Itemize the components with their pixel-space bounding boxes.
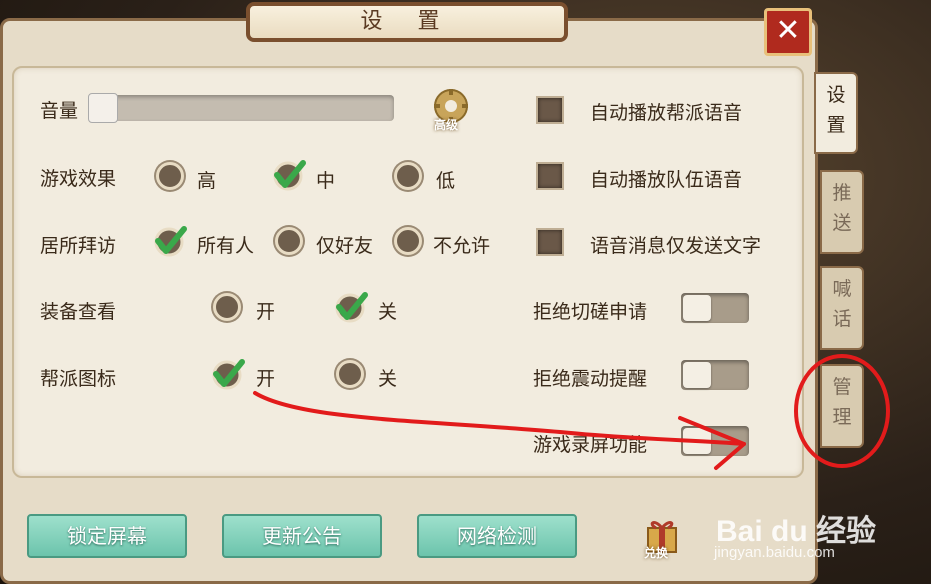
annotation-circle — [794, 354, 890, 468]
annotation-arrow — [253, 391, 746, 446]
watermark-url: jingyan.baidu.com — [714, 544, 835, 561]
annotation-overlay — [253, 354, 890, 470]
